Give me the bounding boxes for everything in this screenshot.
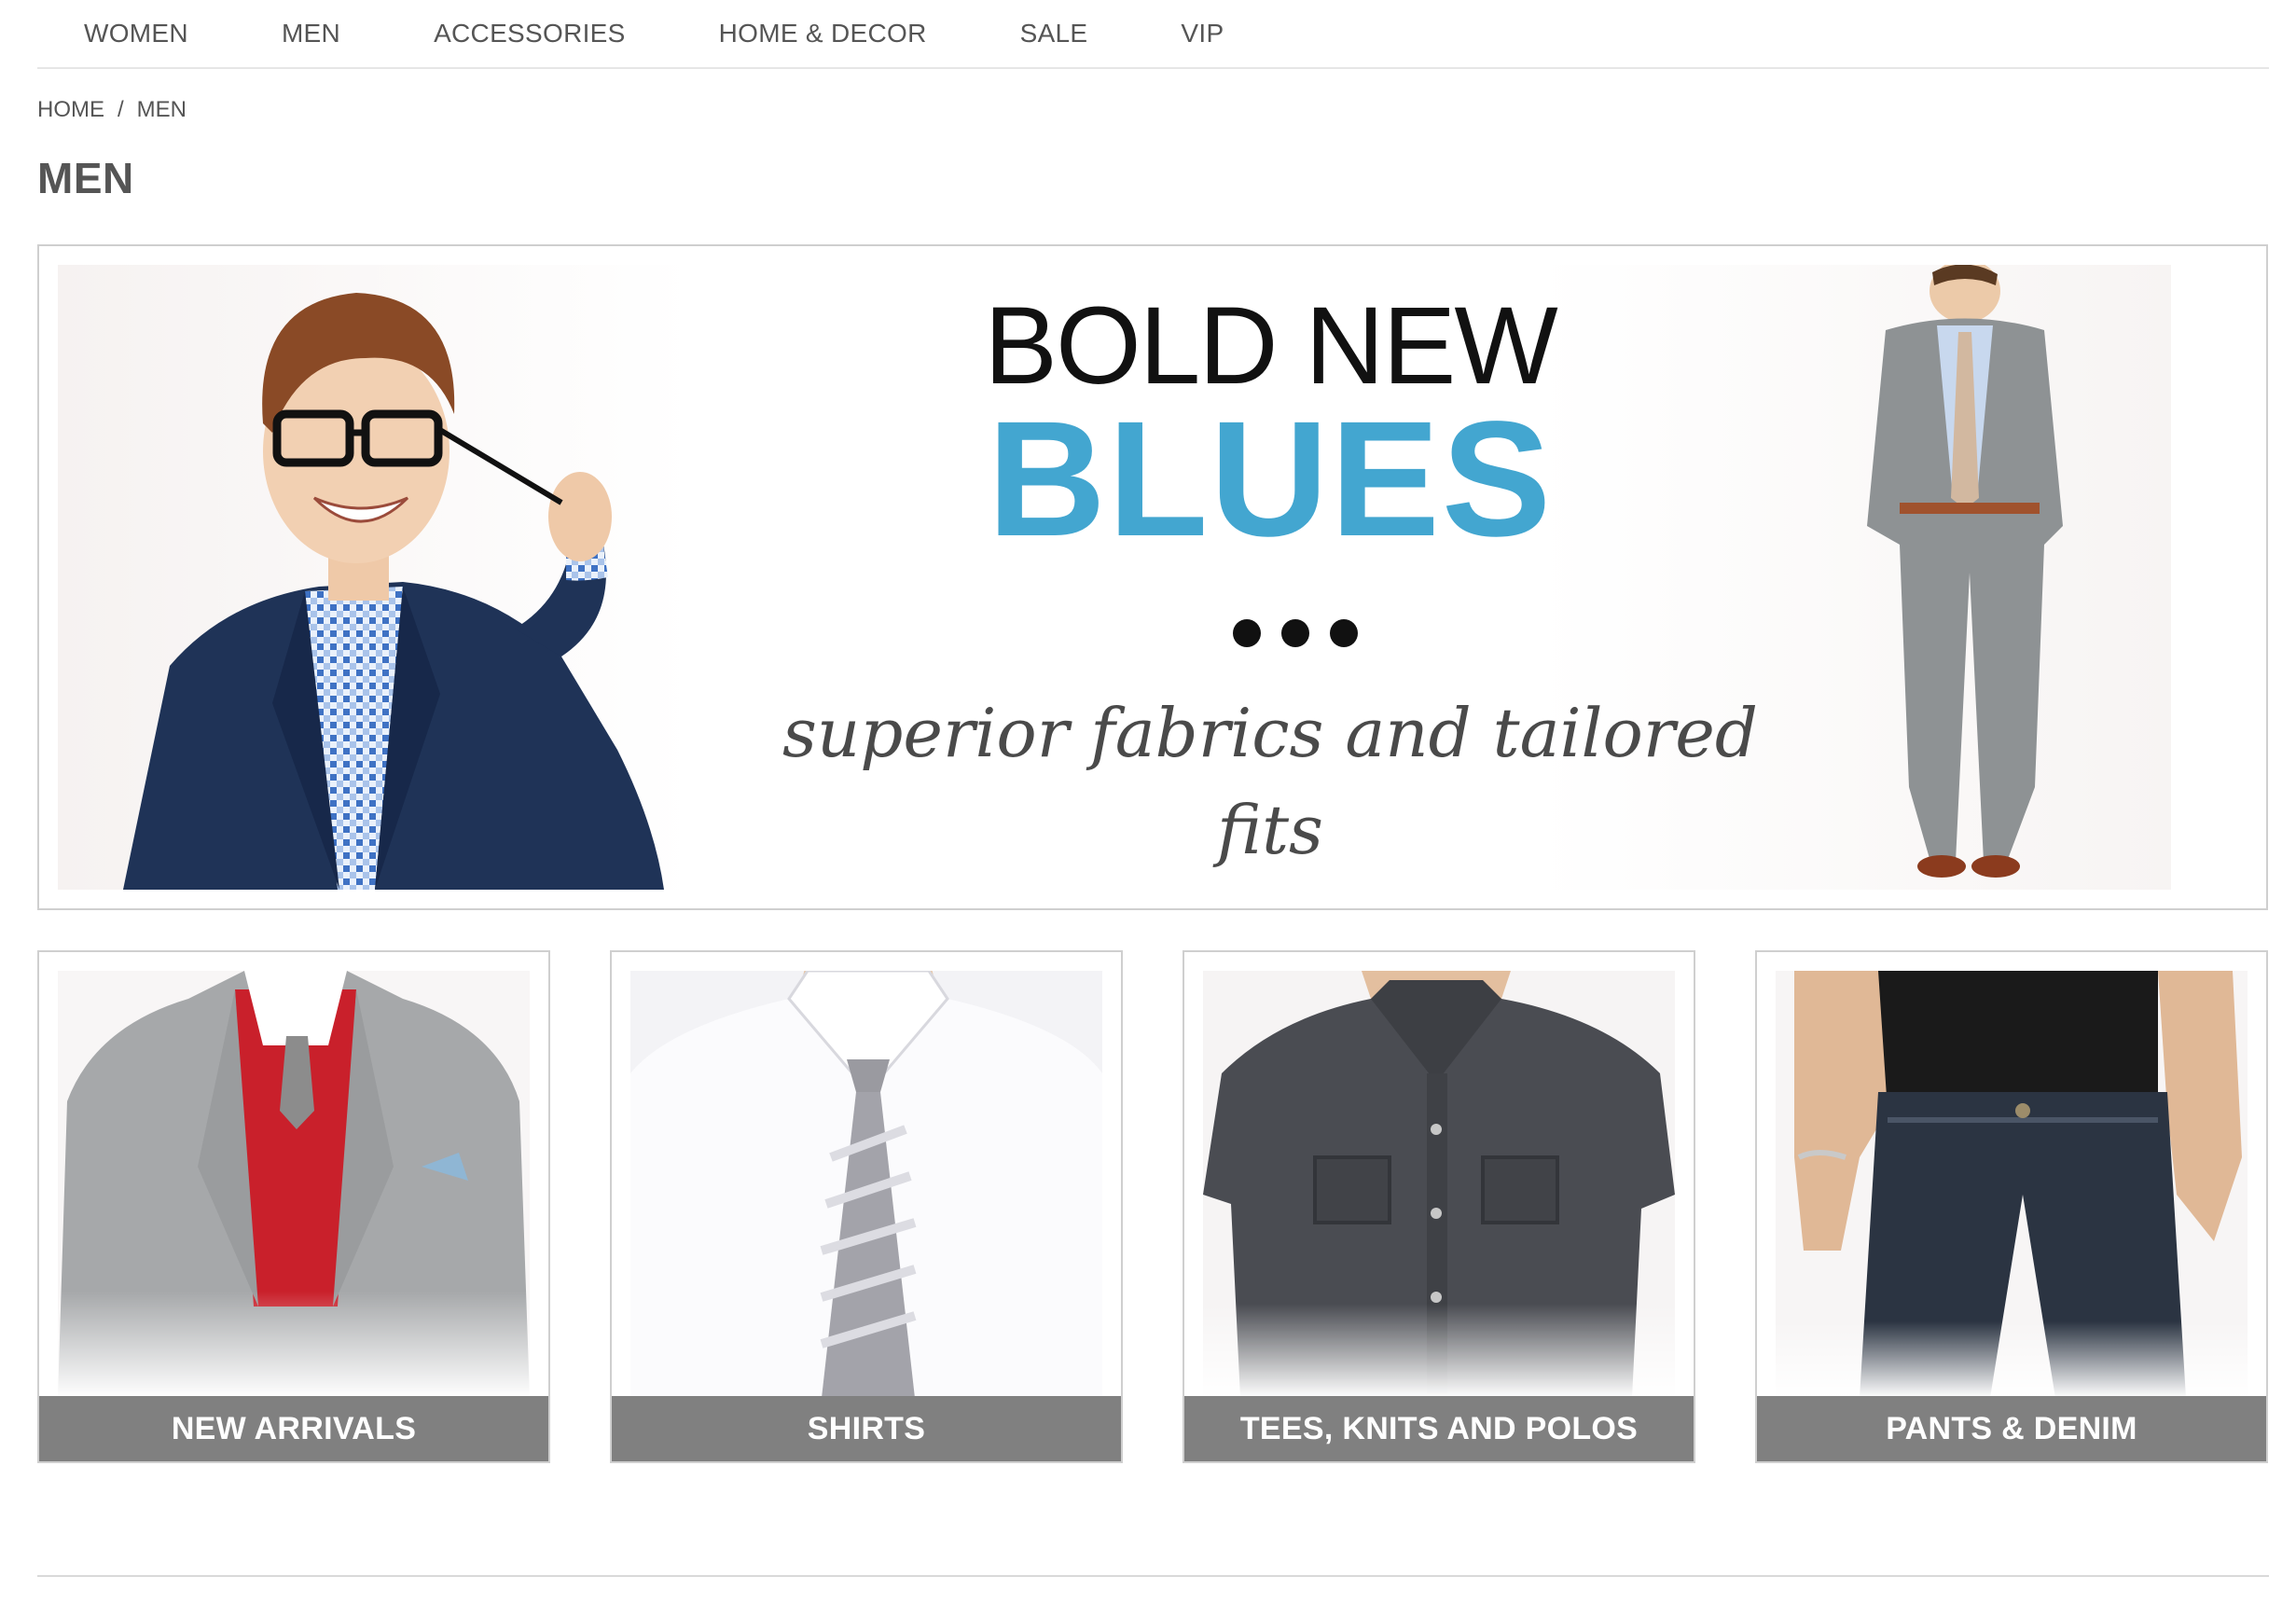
category-tile-tees-knits-polos[interactable]: TEES, KNITS AND POLOS xyxy=(1183,950,1695,1463)
hero-banner[interactable]: BOLD NEW BLUES superior fabrics and tail… xyxy=(37,244,2268,910)
nav-item-vip[interactable]: VIP xyxy=(1134,19,1270,48)
hero-tagline-line1: superior fabrics and tailored fits xyxy=(781,694,1759,869)
breadcrumb-home-link[interactable]: HOME xyxy=(37,97,104,123)
category-label-new-arrivals[interactable]: NEW ARRIVALS xyxy=(39,1396,548,1461)
breadcrumb: HOME / MEN xyxy=(37,97,187,123)
hero-banner-image: BOLD NEW BLUES superior fabrics and tail… xyxy=(58,265,2171,890)
hero-model-right-image xyxy=(1867,265,2063,878)
pants-denim-image xyxy=(1776,971,2248,1398)
breadcrumb-separator: / xyxy=(118,97,124,122)
footer-divider xyxy=(37,1575,2269,1577)
shirts-image xyxy=(630,971,1102,1398)
breadcrumb-current: MEN xyxy=(136,97,187,122)
nav-item-men[interactable]: MEN xyxy=(235,19,387,48)
dot-icon xyxy=(1281,619,1309,647)
page-title: MEN xyxy=(37,154,134,202)
nav-item-accessories[interactable]: ACCESSORIES xyxy=(387,19,672,48)
nav-item-women[interactable]: WOMEN xyxy=(37,19,235,48)
hero-text-block: BOLD NEW BLUES superior fabrics and tail… xyxy=(729,265,1811,890)
category-tiles: NEW ARRIVALS SHIRTS TEES, KNITS AND POLO… xyxy=(37,950,2268,1463)
hero-model-left-image xyxy=(123,293,664,890)
category-label-shirts[interactable]: SHIRTS xyxy=(612,1396,1121,1461)
dot-icon xyxy=(1233,619,1261,647)
nav-item-sale[interactable]: SALE xyxy=(974,19,1135,48)
new-arrivals-image xyxy=(58,971,530,1398)
hero-tagline: superior fabrics and tailored fits in su… xyxy=(729,684,1811,890)
nav-item-home-decor[interactable]: HOME & DECOR xyxy=(672,19,974,48)
tees-knits-polos-image xyxy=(1203,971,1675,1398)
category-label-tees-knits-polos[interactable]: TEES, KNITS AND POLOS xyxy=(1184,1396,1694,1461)
main-navigation: WOMEN MEN ACCESSORIES HOME & DECOR SALE … xyxy=(37,0,2269,69)
category-tile-shirts[interactable]: SHIRTS xyxy=(610,950,1123,1463)
hero-tagline-line2: in subtle and standout hues xyxy=(729,878,1811,890)
hero-dots-ornament xyxy=(1233,619,1358,647)
category-tile-pants-denim[interactable]: PANTS & DENIM xyxy=(1755,950,2268,1463)
category-label-pants-denim[interactable]: PANTS & DENIM xyxy=(1757,1396,2266,1461)
dot-icon xyxy=(1330,619,1358,647)
page: WOMEN MEN ACCESSORIES HOME & DECOR SALE … xyxy=(0,0,2296,1604)
category-tile-new-arrivals[interactable]: NEW ARRIVALS xyxy=(37,950,550,1463)
hero-headline-line1: BOLD NEW xyxy=(984,284,1557,408)
hero-headline-line2: BLUES xyxy=(987,388,1554,571)
